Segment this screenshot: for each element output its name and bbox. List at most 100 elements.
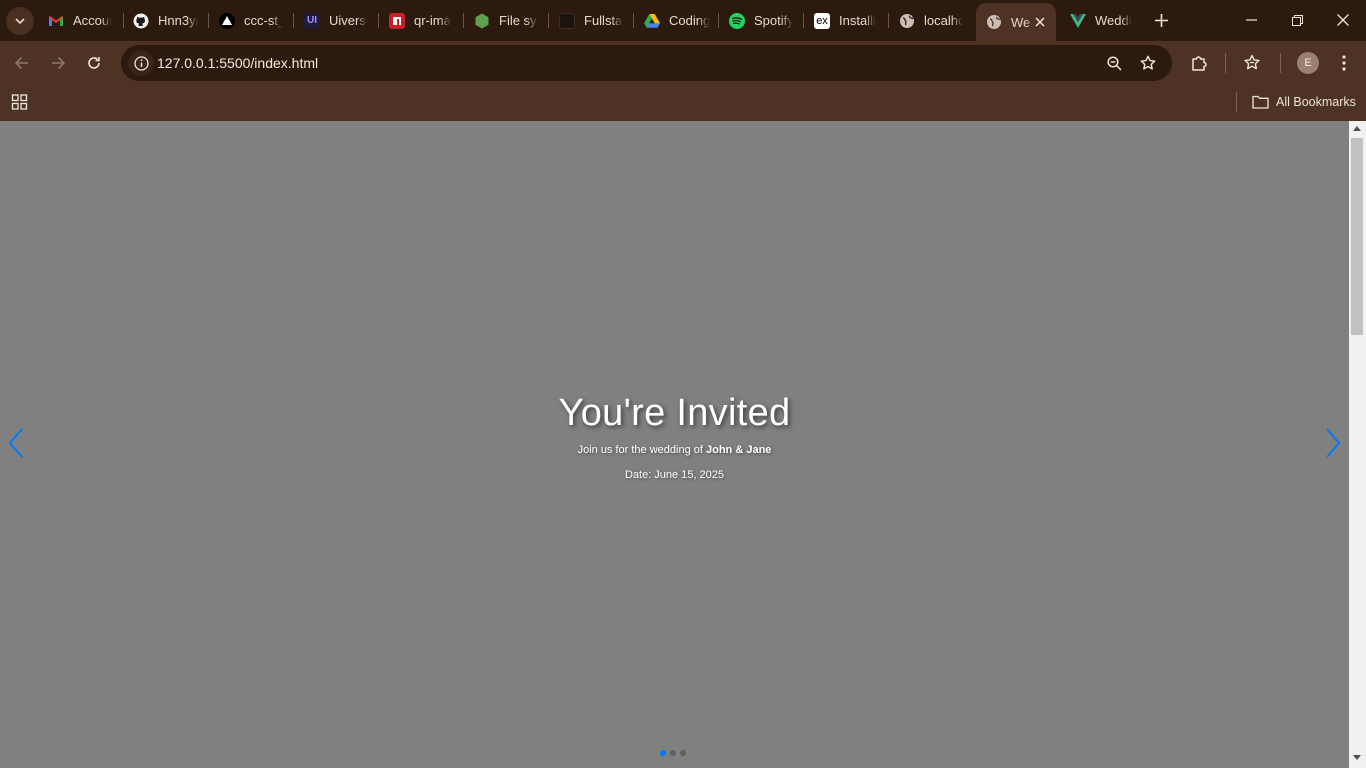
- tab-uiverse[interactable]: UI Uiverse: [304, 6, 368, 35]
- tab-title: Uiverse: [329, 13, 368, 28]
- toolbar-divider: [1280, 53, 1281, 73]
- tab-title: File sys: [499, 13, 538, 28]
- zoom-icon: [1106, 55, 1122, 71]
- browser-menu-button[interactable]: [1330, 49, 1358, 77]
- bookmarks-manager-button[interactable]: [1238, 49, 1266, 77]
- bookmarks-bar: All Bookmarks: [0, 85, 1366, 121]
- carousel-dot-2[interactable]: [670, 750, 676, 756]
- close-icon: [1337, 14, 1349, 26]
- globe-icon: [899, 13, 915, 29]
- minimize-icon: [1245, 19, 1257, 21]
- tab-divider: [463, 13, 464, 28]
- tab-divider: [718, 13, 719, 28]
- scrollbar-thumb[interactable]: [1351, 138, 1363, 335]
- tab-divider: [633, 13, 634, 28]
- tab-divider: [378, 13, 379, 28]
- all-bookmarks-label: All Bookmarks: [1276, 95, 1356, 109]
- invitation-hero: You're Invited Join us for the wedding o…: [0, 391, 1349, 481]
- tab-title: Weddi: [1095, 13, 1132, 28]
- tab-title: Installi: [839, 13, 876, 28]
- wedding-date: Date: June 15, 2025: [624, 469, 725, 481]
- restore-icon: [1291, 14, 1303, 26]
- tab-wedding-vue[interactable]: Weddi: [1070, 6, 1134, 35]
- restore-button[interactable]: [1285, 8, 1309, 32]
- tab-search-button[interactable]: [6, 7, 34, 35]
- github-icon: [133, 13, 149, 29]
- tab-divider: [123, 13, 124, 28]
- tab-title: qr-ima: [414, 13, 451, 28]
- hero-subtitle-text: Join us for the wedding of: [577, 444, 706, 456]
- arrow-right-icon: [52, 56, 65, 70]
- tab-title: Hnn3y/: [158, 13, 199, 28]
- carousel-prev-button[interactable]: [4, 425, 28, 461]
- folder-icon: [1252, 95, 1269, 109]
- tab-installing[interactable]: ex Installi: [814, 6, 878, 35]
- tab-coding[interactable]: Coding: [644, 6, 710, 35]
- carousel-dot-3[interactable]: [680, 750, 686, 756]
- carousel-next-button[interactable]: [1321, 425, 1345, 461]
- info-icon: [133, 55, 149, 71]
- apps-grid-button[interactable]: [11, 93, 29, 111]
- apps-grid-icon: [11, 94, 28, 110]
- tab-divider: [888, 13, 889, 28]
- address-bar[interactable]: 127.0.0.1:5500/index.html: [121, 45, 1172, 81]
- arrow-left-icon: [15, 56, 28, 70]
- browser-toolbar: 127.0.0.1:5500/index.html E: [0, 41, 1366, 85]
- gmail-icon: [48, 13, 64, 29]
- tab-ccc-st[interactable]: ccc-st_: [219, 6, 283, 35]
- close-window-button[interactable]: [1331, 8, 1355, 32]
- minimize-button[interactable]: [1239, 8, 1263, 32]
- couple-names: John & Jane: [706, 444, 772, 456]
- site-info-button[interactable]: [128, 50, 154, 76]
- chevron-right-icon: [1326, 428, 1341, 458]
- tab-fullstack[interactable]: Fullstac: [559, 6, 623, 35]
- reload-icon: [88, 57, 100, 69]
- toolbar-divider: [1225, 53, 1226, 73]
- carousel-pagination: [660, 750, 686, 756]
- more-vert-icon: [1342, 55, 1346, 71]
- profile-avatar[interactable]: E: [1297, 52, 1319, 74]
- ex-icon: ex: [814, 12, 830, 29]
- chevron-down-icon: [15, 18, 25, 24]
- new-tab-button[interactable]: [1150, 9, 1172, 31]
- close-icon: [1035, 17, 1045, 27]
- reload-button[interactable]: [80, 49, 108, 77]
- all-bookmarks-button[interactable]: All Bookmarks: [1252, 92, 1356, 112]
- vue-icon: [1070, 13, 1086, 29]
- tab-divider: [803, 13, 804, 28]
- npm-icon: [389, 12, 405, 29]
- nodejs-icon: [474, 13, 490, 29]
- hero-subtitle: Join us for the wedding of John & Jane: [0, 444, 1349, 456]
- puzzle-icon: [1192, 56, 1207, 71]
- star-icon: [1140, 55, 1156, 70]
- tab-gmail[interactable]: Accoun: [48, 6, 112, 35]
- scroll-up-arrow[interactable]: [1353, 126, 1361, 131]
- tab-divider: [548, 13, 549, 28]
- zoom-button[interactable]: [1104, 53, 1124, 73]
- plus-icon: [1154, 13, 1168, 27]
- tab-divider: [208, 13, 209, 28]
- tab-spotify[interactable]: Spotify: [729, 6, 793, 35]
- carousel-dot-1[interactable]: [660, 750, 666, 756]
- tab-qr-image[interactable]: qr-ima: [389, 6, 453, 35]
- tab-file-system[interactable]: File sys: [474, 6, 538, 35]
- tab-title: localho: [924, 13, 963, 28]
- close-tab-button[interactable]: [1032, 14, 1048, 30]
- url-text[interactable]: 127.0.0.1:5500/index.html: [157, 55, 318, 71]
- triangle-icon: [219, 12, 235, 29]
- tab-title: Accoun: [73, 13, 112, 28]
- star-list-icon: [1244, 54, 1260, 70]
- page-scrollbar[interactable]: [1349, 121, 1366, 768]
- globe-icon: [986, 14, 1002, 30]
- blank-square-icon: [559, 12, 575, 29]
- bookmarks-divider: [1236, 92, 1237, 112]
- tab-localhost[interactable]: localho: [899, 6, 963, 35]
- scroll-down-arrow[interactable]: [1353, 755, 1361, 760]
- extensions-button[interactable]: [1185, 49, 1213, 77]
- back-button[interactable]: [8, 49, 36, 77]
- tab-github[interactable]: Hnn3y/: [133, 6, 199, 35]
- tab-wedding-active[interactable]: We: [976, 3, 1056, 41]
- hero-title: You're Invited: [558, 392, 791, 434]
- forward-button[interactable]: [44, 49, 72, 77]
- bookmark-star-button[interactable]: [1138, 53, 1158, 73]
